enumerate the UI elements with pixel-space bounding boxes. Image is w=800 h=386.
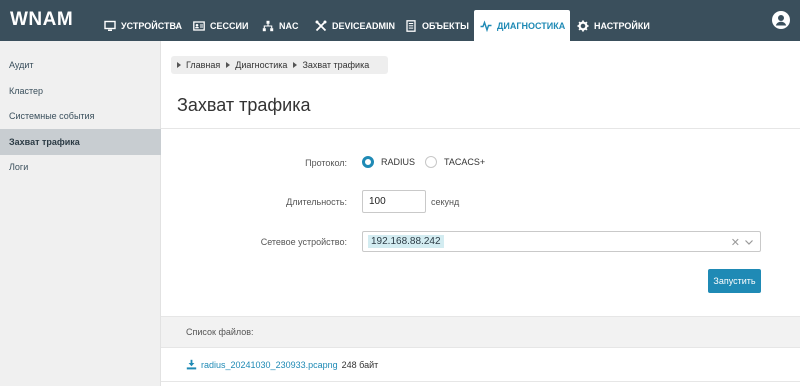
nav-diagnostics-label: ДИАГНОСТИКА: [497, 20, 566, 31]
download-icon[interactable]: [186, 359, 197, 372]
pulse-icon: [480, 19, 492, 32]
nav-sessions[interactable]: СЕССИИ: [187, 10, 254, 41]
nav-devices-label: УСТРОЙСТВА: [121, 20, 183, 31]
sidebar: Аудит Кластер Системные события Захват т…: [0, 41, 161, 386]
radio-tacacs[interactable]: TACACS+: [425, 156, 485, 168]
network-device-select[interactable]: 192.168.88.242 ✕: [362, 231, 761, 252]
breadcrumb: Главная Диагностика Захват трафика: [171, 56, 388, 74]
duration-label: Длительность:: [286, 197, 347, 207]
network-icon: [262, 20, 274, 32]
chevron-down-icon[interactable]: [744, 237, 754, 249]
nav-nac-label: NAC: [279, 20, 299, 31]
tools-icon: [315, 20, 327, 32]
caret-right-icon: [177, 62, 181, 68]
file-list-header: Список файлов:: [161, 316, 800, 348]
clear-icon[interactable]: ✕: [731, 236, 740, 249]
list-item: radius_20241030_230933.pcapng 248 байт: [161, 349, 800, 382]
sidebar-item-system-events[interactable]: Системные события: [0, 103, 161, 129]
radio-checked-icon: [362, 156, 374, 168]
selected-device-value: 192.168.88.242: [368, 235, 444, 248]
nav-deviceadmin[interactable]: DEVICEADMIN: [309, 10, 401, 41]
user-avatar[interactable]: [772, 11, 790, 29]
nav-objects-label: ОБЪЕКТЫ: [422, 20, 469, 31]
nav-nac[interactable]: NAC: [256, 10, 305, 41]
file-size: 248 байт: [341, 360, 379, 370]
sidebar-item-traffic-capture[interactable]: Захват трафика: [0, 129, 161, 155]
duration-unit: секунд: [431, 197, 460, 207]
nav-diagnostics[interactable]: ДИАГНОСТИКА: [474, 10, 570, 41]
monitor-icon: [104, 20, 116, 32]
sidebar-item-logs[interactable]: Логи: [0, 154, 161, 180]
page-title: Захват трафика: [177, 95, 311, 115]
breadcrumb-item-diagnostics[interactable]: Диагностика: [226, 60, 287, 70]
device-label: Сетевое устройство:: [260, 237, 347, 247]
breadcrumb-item-home[interactable]: Главная: [177, 60, 220, 70]
app-logo[interactable]: WNAM: [10, 9, 73, 31]
breadcrumb-item-current: Захват трафика: [293, 60, 369, 70]
top-navbar: WNAM УСТРОЙСТВА СЕССИИ NAC DEVICEADMIN О…: [0, 0, 800, 41]
radio-unchecked-icon: [425, 156, 437, 168]
sidebar-item-audit[interactable]: Аудит: [0, 52, 161, 78]
nav-objects[interactable]: ОБЪЕКТЫ: [399, 10, 475, 41]
duration-input[interactable]: 100: [362, 190, 426, 213]
user-icon: [772, 11, 790, 29]
protocol-label: Протокол:: [305, 158, 347, 168]
document-icon: [405, 19, 417, 32]
divider: [161, 128, 800, 129]
id-card-icon: [193, 20, 205, 32]
caret-right-icon: [226, 62, 231, 68]
nav-devices[interactable]: УСТРОЙСТВА: [98, 10, 188, 41]
start-button[interactable]: Запустить: [708, 269, 761, 293]
radio-radius-label: RADIUS: [381, 157, 416, 167]
radio-radius[interactable]: RADIUS: [362, 156, 415, 168]
caret-right-icon: [293, 62, 298, 68]
file-link[interactable]: radius_20241030_230933.pcapng: [201, 360, 338, 370]
sidebar-item-cluster[interactable]: Кластер: [0, 78, 161, 104]
nav-settings[interactable]: НАСТРОЙКИ: [571, 10, 656, 41]
nav-sessions-label: СЕССИИ: [210, 20, 249, 31]
nav-settings-label: НАСТРОЙКИ: [594, 20, 650, 31]
gear-icon: [577, 20, 589, 32]
nav-deviceadmin-label: DEVICEADMIN: [332, 20, 396, 31]
radio-tacacs-label: TACACS+: [444, 157, 486, 167]
